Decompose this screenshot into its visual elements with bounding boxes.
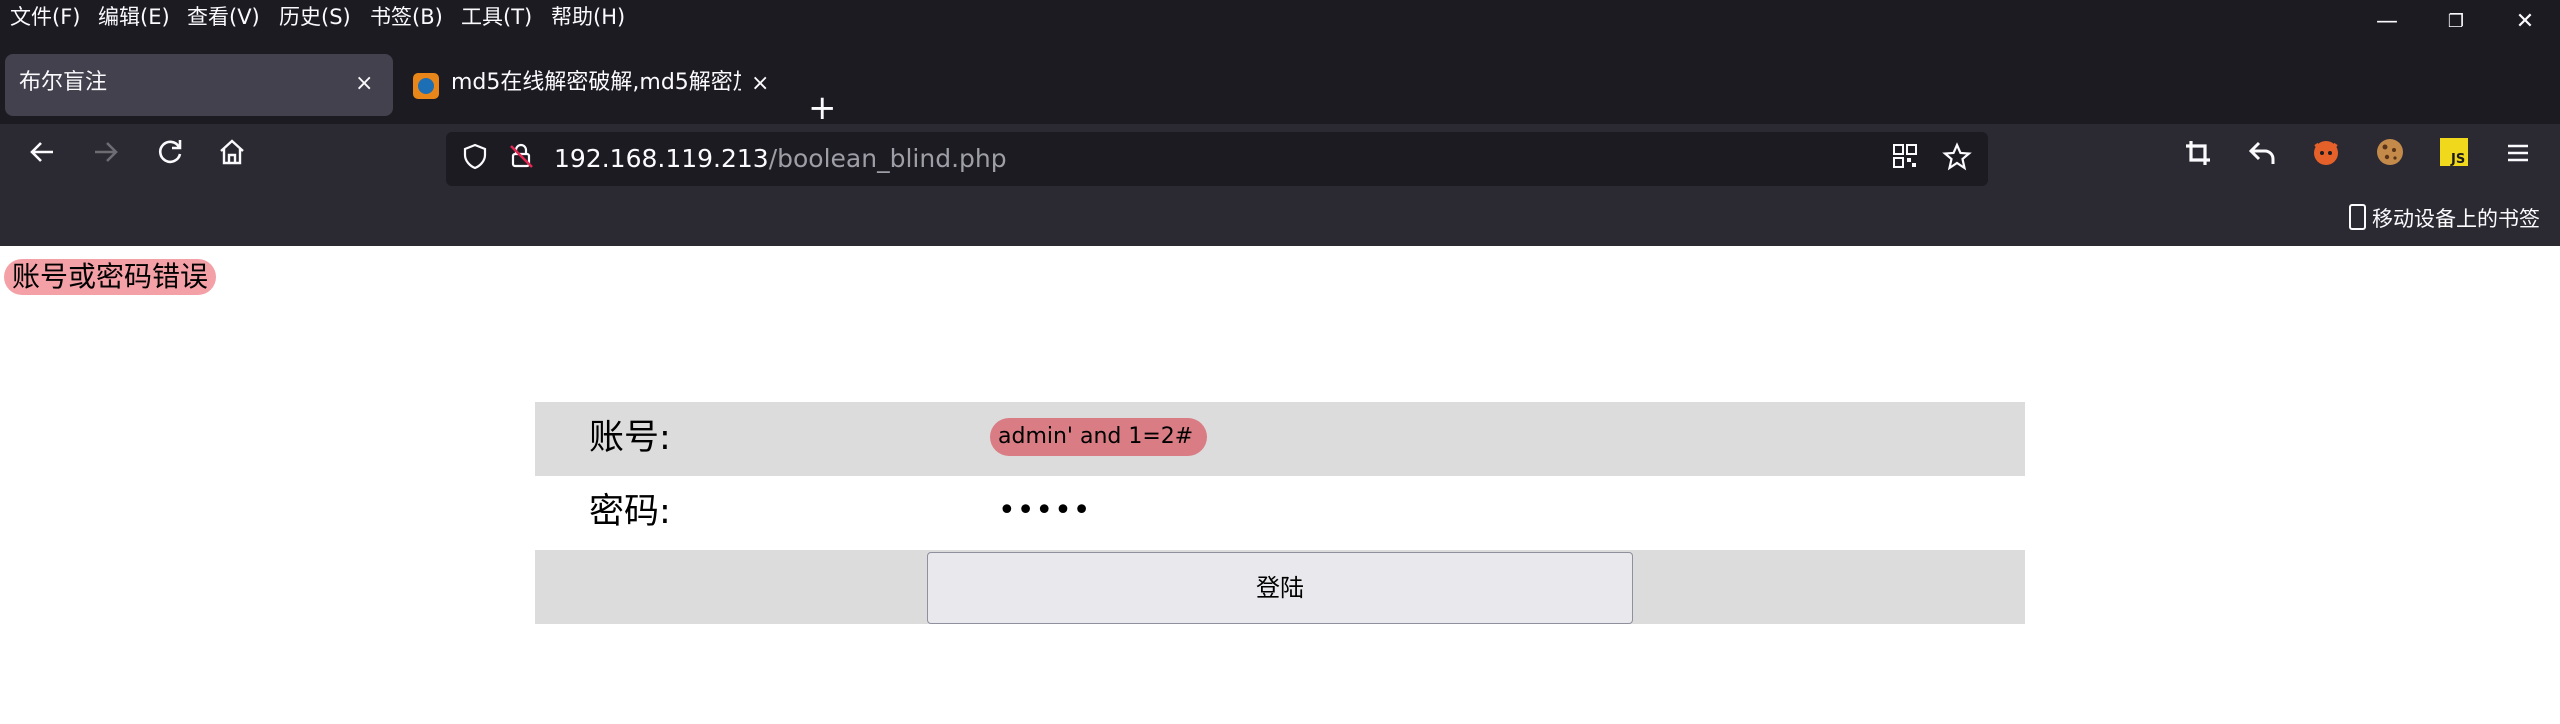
bookmarks-toolbar: 移动设备上的书签 bbox=[0, 192, 2560, 246]
menu-tools[interactable]: 工具(T) bbox=[461, 2, 532, 32]
restore-button[interactable]: ❐ bbox=[2436, 6, 2476, 38]
new-tab-button[interactable]: + bbox=[808, 90, 837, 126]
url-text[interactable]: 192.168.119.213/boolean_blind.php bbox=[554, 144, 1007, 174]
js-icon[interactable]: JS bbox=[2432, 136, 2476, 180]
minimize-button[interactable]: — bbox=[2367, 6, 2407, 38]
forward-icon[interactable] bbox=[84, 136, 128, 180]
menu-icon[interactable] bbox=[2496, 136, 2540, 180]
menu-view[interactable]: 查看(V) bbox=[187, 2, 260, 32]
mobile-bookmarks-folder[interactable]: 移动设备上的书签 bbox=[2349, 204, 2540, 234]
menu-edit[interactable]: 编辑(E) bbox=[98, 2, 170, 32]
tab-bar: 布尔盲注 × md5在线解密破解,md5解密加密 × + bbox=[0, 38, 2560, 126]
cookie-icon[interactable] bbox=[2368, 136, 2412, 180]
insecure-lock-icon[interactable] bbox=[504, 142, 538, 176]
tab-close-icon[interactable]: × bbox=[751, 70, 769, 98]
error-message: 账号或密码错误 bbox=[4, 259, 217, 295]
menu-bookmarks[interactable]: 书签(B) bbox=[370, 2, 443, 32]
crop-icon[interactable] bbox=[2176, 136, 2220, 180]
address-bar[interactable]: 192.168.119.213/boolean_blind.php bbox=[446, 132, 1988, 186]
md5-favicon-icon bbox=[413, 73, 439, 99]
back-icon[interactable] bbox=[20, 136, 64, 180]
url-path: /boolean_blind.php bbox=[768, 144, 1007, 173]
shield-icon[interactable] bbox=[458, 142, 492, 176]
password-row: 密码: ••••• bbox=[535, 476, 2025, 550]
url-host: 192.168.119.213 bbox=[554, 144, 769, 173]
tab-title: md5在线解密破解,md5解密加密 bbox=[451, 70, 741, 95]
tab-boolean-blind[interactable]: 布尔盲注 × bbox=[5, 54, 393, 116]
tab-title: 布尔盲注 bbox=[19, 70, 108, 95]
username-row: 账号: admin' and 1=2# bbox=[535, 402, 2025, 476]
menu-history[interactable]: 历史(S) bbox=[279, 2, 351, 32]
login-button[interactable]: 登陆 bbox=[927, 552, 1633, 624]
undo-icon[interactable] bbox=[2240, 136, 2284, 180]
username-input[interactable]: admin' and 1=2# bbox=[990, 418, 1208, 456]
menu-file[interactable]: 文件(F) bbox=[10, 2, 80, 32]
reload-icon[interactable] bbox=[148, 136, 192, 180]
password-label: 密码: bbox=[589, 492, 671, 532]
password-input[interactable]: ••••• bbox=[990, 492, 1105, 530]
svg-text:JS: JS bbox=[2450, 152, 2465, 167]
bookmark-star-icon[interactable] bbox=[1940, 142, 1974, 176]
navigation-toolbar: 192.168.119.213/boolean_blind.php JS bbox=[0, 124, 2560, 192]
home-icon[interactable] bbox=[210, 136, 254, 180]
page-content: 账号或密码错误 账号: admin' and 1=2# 密码: ••••• 登陆 bbox=[0, 246, 2560, 724]
close-window-button[interactable]: ✕ bbox=[2505, 6, 2545, 38]
tab-md5[interactable]: md5在线解密破解,md5解密加密 × bbox=[403, 54, 783, 116]
username-label: 账号: bbox=[589, 418, 671, 458]
qr-code-icon[interactable] bbox=[1888, 142, 1922, 176]
login-form: 账号: admin' and 1=2# 密码: ••••• 登陆 bbox=[535, 402, 2025, 624]
menu-bar: 文件(F) 编辑(E) 查看(V) 历史(S) 书签(B) 工具(T) 帮助(H… bbox=[0, 0, 2560, 38]
submit-row: 登陆 bbox=[535, 550, 2025, 624]
menu-help[interactable]: 帮助(H) bbox=[551, 2, 625, 32]
extension-fox-icon[interactable] bbox=[2304, 136, 2348, 180]
mobile-device-icon bbox=[2349, 204, 2366, 230]
mobile-bookmarks-label: 移动设备上的书签 bbox=[2372, 207, 2540, 231]
tab-close-icon[interactable]: × bbox=[355, 70, 373, 98]
